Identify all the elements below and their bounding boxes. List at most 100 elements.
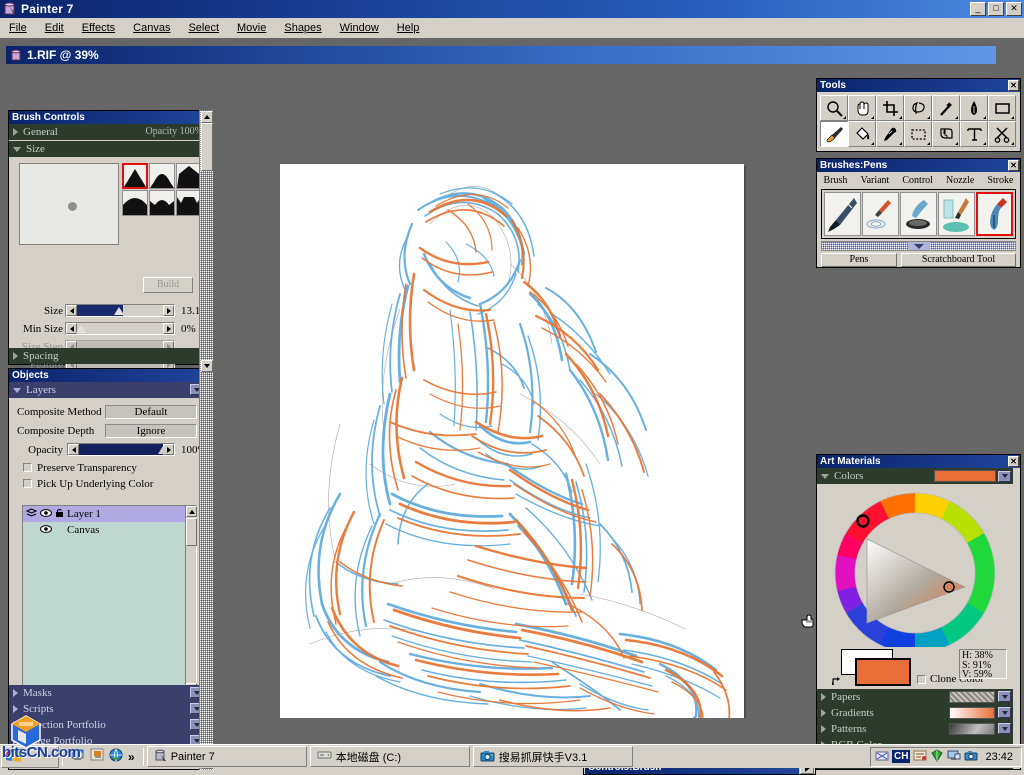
section-size[interactable]: Size — [9, 141, 205, 157]
art-materials-close-button[interactable]: ✕ — [1008, 456, 1019, 467]
tools-close-button[interactable]: ✕ — [1008, 80, 1019, 91]
browser-icon[interactable] — [109, 748, 124, 765]
section-papers[interactable]: Papers — [817, 689, 1013, 705]
taskbar-clock[interactable]: 23:42 — [981, 751, 1017, 763]
colors-header-swatch[interactable] — [934, 470, 996, 482]
papers-menu-button[interactable] — [998, 691, 1011, 702]
menu-shapes[interactable]: Shapes — [275, 20, 330, 36]
gradients-menu-button[interactable] — [998, 707, 1011, 718]
brushes-close-button[interactable]: ✕ — [1008, 160, 1019, 171]
min-size-increase-button[interactable] — [163, 323, 174, 334]
section-general[interactable]: General Opacity 100% — [9, 124, 205, 140]
scratchboard-pen-icon[interactable] — [976, 192, 1013, 236]
brushes-menu-control[interactable]: Control — [902, 175, 933, 186]
preserve-transparency-checkbox[interactable] — [23, 463, 32, 472]
layer-row-1[interactable]: Layer 1 — [23, 506, 196, 522]
minimize-button[interactable]: _ — [970, 2, 986, 16]
pick-up-underlying-color-checkbox[interactable] — [23, 479, 32, 488]
ime-indicator[interactable]: CH — [892, 750, 910, 763]
patterns-preview[interactable] — [949, 723, 995, 735]
layer-row-2[interactable]: Canvas — [23, 522, 196, 538]
dropper-icon[interactable] — [876, 121, 904, 147]
grabber-hand-icon[interactable] — [848, 95, 876, 121]
media-player-icon[interactable] — [90, 748, 105, 765]
layer-list-scroll-thumb[interactable] — [186, 518, 197, 546]
build-button[interactable]: Build — [143, 277, 193, 293]
composite-depth-dropdown[interactable]: Ignore — [105, 424, 197, 438]
colors-menu-button[interactable] — [998, 471, 1011, 482]
rail-scroll-thumb[interactable] — [201, 123, 213, 171]
monitor-icon[interactable] — [947, 749, 961, 765]
menu-effects[interactable]: Effects — [73, 20, 124, 36]
layer-lock-icon[interactable] — [55, 508, 64, 521]
brushes-menu-brush[interactable]: Brush — [824, 175, 848, 186]
opacity-decrease-button[interactable] — [68, 444, 79, 455]
section-gradients[interactable]: Gradients — [817, 705, 1013, 721]
min-size-slider-thumb[interactable] — [76, 325, 86, 333]
taskbar-button-capture-tool[interactable]: 搜易抓屏快手V3.1 — [473, 746, 633, 767]
brush-strip-scrollbar[interactable] — [821, 241, 1016, 251]
gradients-preview[interactable] — [949, 707, 995, 719]
section-layers[interactable]: Layers — [9, 382, 205, 398]
menu-movie[interactable]: Movie — [228, 20, 275, 36]
airbrush-pen-icon[interactable] — [824, 192, 861, 236]
close-button[interactable]: ✕ — [1006, 2, 1022, 16]
papers-preview[interactable] — [949, 691, 995, 703]
antivirus-icon[interactable] — [930, 749, 944, 765]
canvas-visibility-icon[interactable] — [40, 524, 52, 537]
brushes-menu-stroke[interactable]: Stroke — [987, 175, 1013, 186]
layer-list-scroll-up[interactable] — [186, 506, 197, 517]
ballpoint-pen-icon[interactable] — [862, 192, 899, 236]
layer-list[interactable]: Layer 1 Canvas — [22, 505, 197, 695]
rectangular-selection-icon[interactable] — [904, 121, 932, 147]
layer-opacity-thumb[interactable] — [158, 446, 168, 454]
section-spacing[interactable]: Spacing — [9, 348, 205, 364]
menu-help[interactable]: Help — [388, 20, 429, 36]
brush-icon[interactable] — [820, 121, 848, 147]
profile-pointed[interactable] — [122, 163, 148, 189]
profile-medium[interactable] — [149, 163, 175, 189]
ime-toolbar-icon[interactable] — [913, 749, 927, 765]
pen-icon[interactable] — [960, 95, 988, 121]
menu-window[interactable]: Window — [331, 20, 388, 36]
rectangular-shape-icon[interactable] — [988, 95, 1016, 121]
layer-list-scrollbar[interactable] — [185, 506, 196, 694]
composite-method-dropdown[interactable]: Default — [105, 405, 197, 419]
profile-flat[interactable] — [122, 190, 148, 216]
magic-wand-icon[interactable] — [932, 95, 960, 121]
left-palette-scroll-rail[interactable] — [199, 110, 213, 770]
capture-tray-icon[interactable] — [964, 749, 978, 765]
size-slider-track[interactable] — [65, 304, 175, 317]
rail-scroll-up[interactable] — [201, 111, 213, 123]
brushes-menu-nozzle[interactable]: Nozzle — [946, 175, 974, 186]
min-size-slider-track[interactable] — [65, 322, 175, 335]
scrollbar-track-left[interactable] — [822, 242, 908, 250]
pick-up-underlying-color-row[interactable]: Pick Up Underlying Color — [23, 477, 153, 490]
layer-visibility-icon[interactable] — [40, 508, 52, 521]
size-increase-button[interactable] — [163, 305, 174, 316]
taskbar-button-local-disk[interactable]: 本地磁盘 (C:) — [310, 746, 470, 767]
maximize-button[interactable]: □ — [988, 2, 1004, 16]
calligraphy-pen-icon[interactable] — [900, 192, 937, 236]
color-wheel[interactable] — [823, 487, 1007, 647]
text-icon[interactable] — [960, 121, 988, 147]
artwork-canvas[interactable] — [280, 164, 744, 718]
crop-icon[interactable] — [876, 95, 904, 121]
patterns-menu-button[interactable] — [998, 723, 1011, 734]
rail-scroll-mid[interactable] — [201, 360, 213, 372]
size-decrease-button[interactable] — [66, 305, 77, 316]
taskbar-button-painter[interactable]: Painter 7 — [147, 746, 307, 767]
menu-canvas[interactable]: Canvas — [124, 20, 179, 36]
section-masks[interactable]: Masks — [9, 685, 205, 701]
menu-file[interactable]: File — [0, 20, 36, 36]
chevron-more-icon[interactable]: » — [128, 750, 135, 764]
section-colors[interactable]: Colors — [817, 468, 1013, 484]
brush-variant-dropdown[interactable]: Scratchboard Tool — [901, 253, 1016, 267]
brush-category-dropdown[interactable]: Pens — [821, 253, 897, 267]
scrollbar-track-right[interactable] — [930, 242, 1016, 250]
clone-color-checkbox[interactable] — [917, 675, 926, 684]
watercolor-brush-icon[interactable] — [938, 192, 975, 236]
section-patterns[interactable]: Patterns — [817, 721, 1013, 737]
scissors-icon[interactable] — [988, 121, 1016, 147]
network-icon[interactable] — [875, 749, 889, 765]
